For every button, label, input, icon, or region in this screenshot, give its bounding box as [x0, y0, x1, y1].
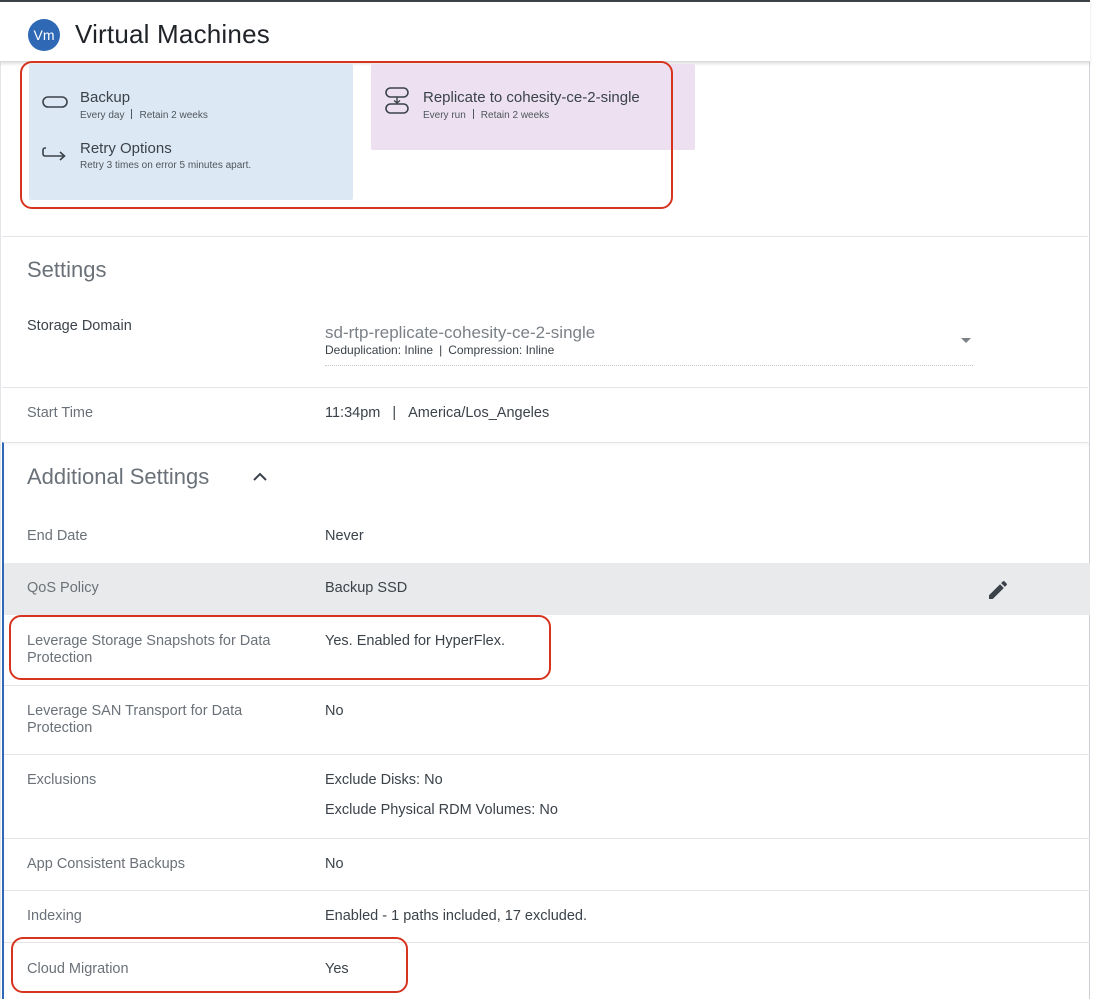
end-date-value: Never [325, 528, 364, 544]
replicate-icon [385, 87, 409, 114]
separator: | [392, 405, 397, 421]
indexing-value: Enabled - 1 paths included, 17 excluded. [325, 908, 587, 924]
additional-settings-heading: Additional Settings [27, 464, 210, 489]
san-transport-label: Leverage SAN Transport for Data Protecti… [27, 703, 242, 737]
edit-pencil-icon[interactable] [986, 578, 1010, 602]
start-time-label: Start Time [27, 405, 94, 421]
divider [4, 754, 1090, 755]
retry-options-title: Retry Options [80, 140, 172, 157]
storage-snapshots-label-line1: Leverage Storage Snapshots for Data [27, 633, 271, 649]
storage-snapshots-label-line2: Protection [27, 650, 93, 666]
divider [4, 685, 1090, 686]
qos-policy-row[interactable] [4, 563, 1090, 615]
deduplication-text: Deduplication: Inline [325, 343, 434, 357]
timezone: America/Los_Angeles [408, 405, 550, 421]
compression-text: Compression: Inline [448, 343, 555, 357]
san-transport-label-line1: Leverage SAN Transport for Data [27, 703, 243, 719]
page-header: Vm Virtual Machines [0, 0, 1090, 62]
qos-policy-value: Backup SSD [325, 580, 408, 596]
backup-schedule-text: Every day Retain 2 weeks [80, 109, 208, 121]
divider [4, 838, 1090, 839]
exclude-rdm-volumes-value: Exclude Physical RDM Volumes: No [325, 802, 558, 818]
storage-domain-select[interactable]: sd-rtp-replicate-cohesity-ce-2-single [325, 323, 595, 343]
exclusions-label: Exclusions [27, 772, 97, 788]
san-transport-label-line2: Protection [27, 720, 93, 736]
replicate-title: Replicate to cohesity-ce-2-single [423, 89, 640, 106]
cloud-migration-value: Yes [325, 961, 349, 977]
separator: | [439, 343, 443, 357]
start-time-value[interactable]: 11:34pm | America/Los_Angeles [325, 405, 549, 422]
san-transport-value: No [325, 703, 344, 719]
page-title: Virtual Machines [75, 19, 270, 49]
cloud-migration-label: Cloud Migration [27, 961, 129, 977]
backup-icon [42, 96, 68, 108]
settings-heading: Settings [27, 257, 107, 282]
backup-retention: Retain 2 weeks [139, 110, 208, 121]
storage-snapshots-value: Yes. Enabled for HyperFlex. [325, 633, 506, 649]
exclude-disks-value: Exclude Disks: No [325, 772, 443, 788]
storage-domain-underline [325, 365, 973, 366]
replicate-retention: Retain 2 weeks [480, 110, 550, 121]
replicate-frequency: Every run [423, 110, 466, 121]
replicate-schedule-text: Every run Retain 2 weeks [423, 109, 549, 121]
backup-title: Backup [80, 89, 131, 106]
backup-frequency: Every day [80, 110, 125, 121]
app-consistent-value: No [325, 856, 344, 872]
chevron-up-icon[interactable] [252, 471, 268, 483]
divider [4, 890, 1090, 891]
replicate-card[interactable] [371, 64, 695, 150]
divider [2, 387, 1088, 388]
dropdown-caret-icon[interactable] [961, 338, 971, 343]
retry-options-detail: Retry 3 times on error 5 minutes apart. [80, 160, 252, 171]
end-date-label: End Date [27, 528, 88, 544]
indexing-label: Indexing [27, 908, 82, 924]
storage-snapshots-label: Leverage Storage Snapshots for Data Prot… [27, 633, 270, 667]
storage-domain-label: Storage Domain [27, 318, 132, 334]
start-time: 11:34pm [325, 405, 381, 421]
divider [4, 942, 1090, 943]
separator [472, 109, 474, 119]
retry-icon [42, 147, 66, 161]
app-consistent-label: App Consistent Backups [27, 856, 185, 872]
qos-policy-label: QoS Policy [27, 580, 99, 596]
backup-schedule-card[interactable] [29, 64, 353, 200]
divider [2, 236, 1088, 237]
vm-badge-icon: Vm [28, 19, 60, 51]
storage-domain-meta: Deduplication: Inline | Compression: Inlin… [325, 343, 554, 357]
separator [131, 109, 133, 119]
